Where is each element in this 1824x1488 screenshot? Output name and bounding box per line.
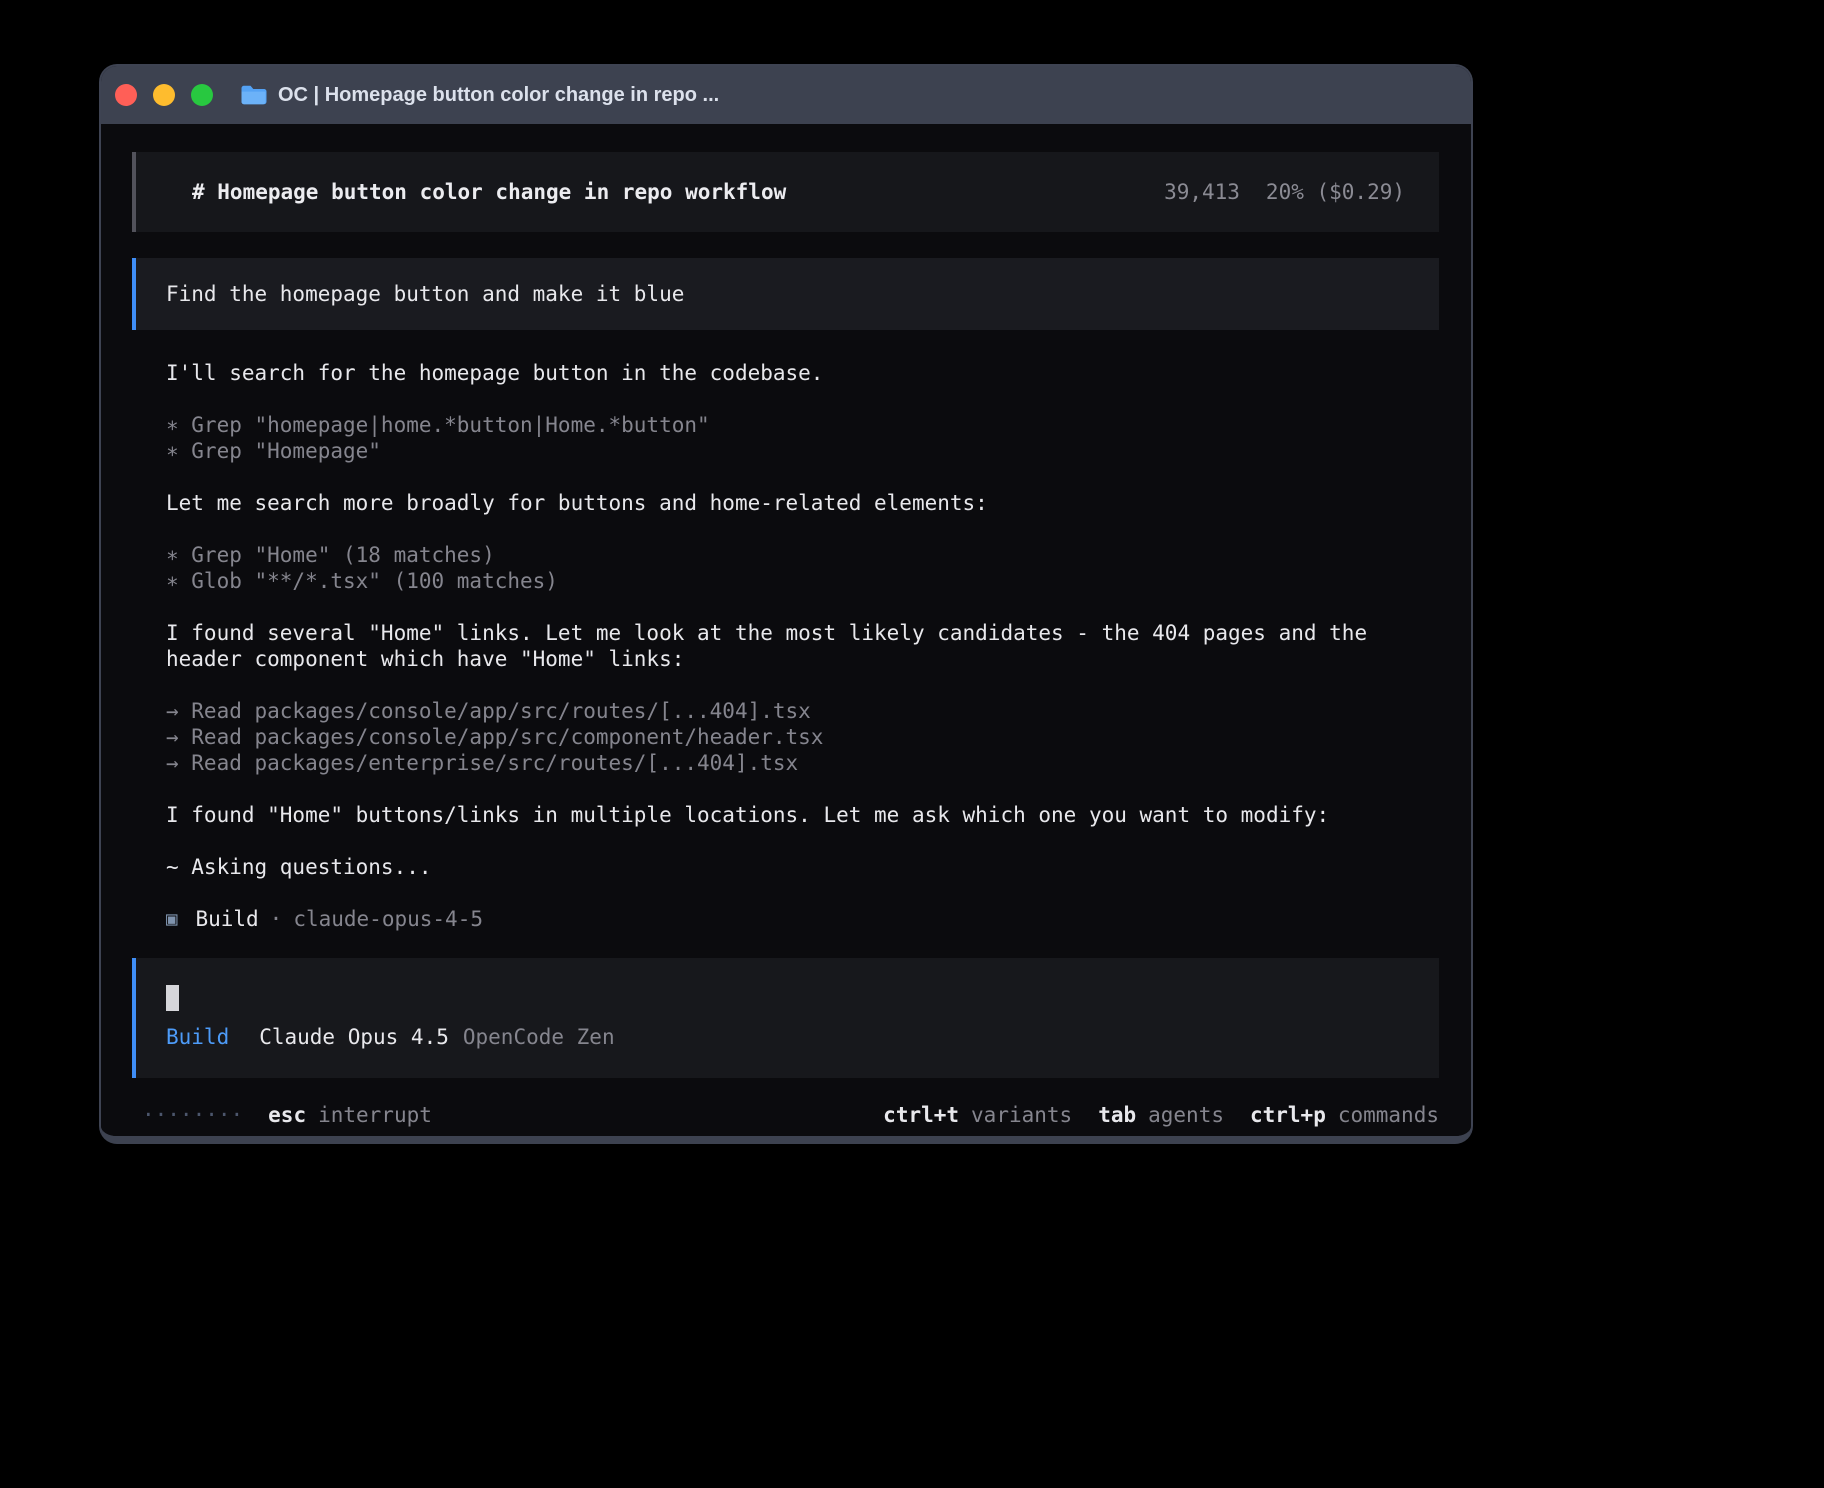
status-bar-left: ········ esc interrupt [142, 1102, 432, 1128]
agent-selector[interactable]: Build [166, 1024, 229, 1050]
commands-label: commands [1338, 1103, 1439, 1127]
tool-call-read: → Read packages/enterprise/src/routes/[.… [166, 750, 1439, 776]
folder-icon [240, 84, 267, 106]
hint-variants: ctrl+t variants [883, 1102, 1072, 1128]
tool-call-group: ∗ Grep "homepage|home.*button|Home.*butt… [166, 412, 1439, 464]
assistant-text: Let me search more broadly for buttons a… [166, 490, 1439, 516]
agent-name: Build [195, 906, 258, 932]
tool-call-group: → Read packages/console/app/src/routes/[… [166, 698, 1439, 776]
agent-icon: ▣ [166, 906, 177, 932]
spinner-dots: ········ [142, 1102, 243, 1128]
assistant-text: I found several "Home" links. Let me loo… [166, 620, 1439, 672]
zoom-button[interactable] [191, 84, 213, 106]
context-cost: 20% ($0.29) [1266, 179, 1405, 205]
agents-label: agents [1148, 1103, 1224, 1127]
working-status: ~ Asking questions... [166, 854, 1439, 880]
hint-commands: ctrl+p commands [1250, 1102, 1439, 1128]
session-title: # Homepage button color change in repo w… [192, 179, 786, 205]
session-header: # Homepage button color change in repo w… [132, 152, 1439, 232]
esc-key: esc [268, 1103, 306, 1127]
window-title: OC | Homepage button color change in rep… [278, 84, 719, 107]
model-name: Claude Opus 4.5 [259, 1024, 449, 1050]
title-area: OC | Homepage button color change in rep… [240, 84, 719, 107]
status-bar: ········ esc interrupt ctrl+t variants tab… [132, 1102, 1439, 1128]
tool-call-grep: ∗ Grep "homepage|home.*button|Home.*butt… [166, 412, 1439, 438]
agent-separator: · [270, 906, 283, 932]
input-status-line: Build Claude Opus 4.5 OpenCode Zen [166, 1024, 1409, 1050]
provider-name: OpenCode Zen [463, 1024, 615, 1050]
titlebar[interactable]: OC | Homepage button color change in rep… [101, 66, 1471, 124]
ctrl-t-key: ctrl+t [883, 1103, 959, 1127]
agent-model: claude-opus-4-5 [293, 906, 483, 932]
transcript: I'll search for the homepage button in t… [132, 360, 1439, 932]
tool-call-grep: ∗ Grep "Home" (18 matches) [166, 542, 1439, 568]
token-count: 39,413 [1164, 179, 1240, 205]
text-cursor [166, 985, 179, 1011]
status-bar-right: ctrl+t variants tab agents ctrl+p commands [883, 1102, 1439, 1128]
esc-label: interrupt [318, 1103, 432, 1127]
tool-call-read: → Read packages/console/app/src/routes/[… [166, 698, 1439, 724]
tool-call-glob: ∗ Glob "**/*.tsx" (100 matches) [166, 568, 1439, 594]
prompt-input[interactable]: Build Claude Opus 4.5 OpenCode Zen [132, 958, 1439, 1078]
tool-call-read: → Read packages/console/app/src/componen… [166, 724, 1439, 750]
tool-call-group: ∗ Grep "Home" (18 matches) ∗ Glob "**/*.… [166, 542, 1439, 594]
minimize-button[interactable] [153, 84, 175, 106]
user-message: Find the homepage button and make it blu… [132, 258, 1439, 330]
traffic-lights [115, 84, 213, 106]
assistant-text: I found "Home" buttons/links in multiple… [166, 802, 1439, 828]
tool-call-grep: ∗ Grep "Homepage" [166, 438, 1439, 464]
variants-label: variants [971, 1103, 1072, 1127]
terminal-window: OC | Homepage button color change in rep… [99, 64, 1473, 1144]
ctrl-p-key: ctrl+p [1250, 1103, 1326, 1127]
terminal-content: # Homepage button color change in repo w… [101, 124, 1471, 1136]
assistant-text: I'll search for the homepage button in t… [166, 360, 1439, 386]
agent-status-line: ▣ Build · claude-opus-4-5 [166, 906, 1439, 932]
tab-key: tab [1098, 1103, 1136, 1127]
session-meta: 39,413 20% ($0.29) [1164, 179, 1405, 205]
desktop: OC | Homepage button color change in rep… [0, 0, 1824, 1488]
user-message-text: Find the homepage button and make it blu… [166, 281, 684, 307]
close-button[interactable] [115, 84, 137, 106]
hint-interrupt: esc interrupt [268, 1102, 432, 1128]
hint-agents: tab agents [1098, 1102, 1224, 1128]
